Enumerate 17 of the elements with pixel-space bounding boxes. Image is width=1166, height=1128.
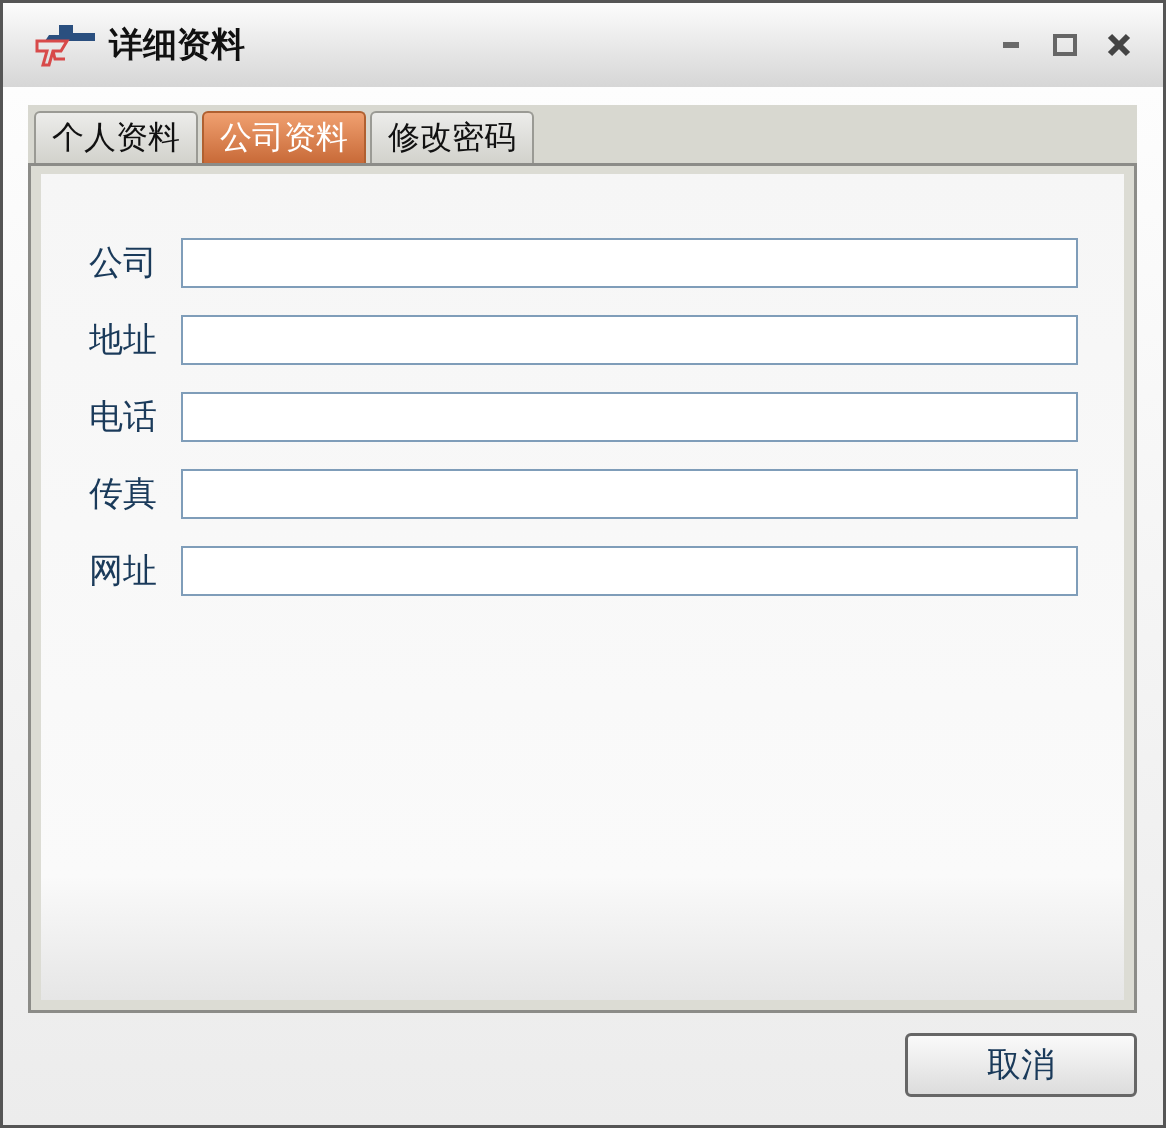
app-logo-icon [33,23,95,67]
field-label: 网址 [88,549,157,592]
maximize-icon[interactable] [1053,34,1077,56]
field-label: 传真 [88,472,157,515]
close-icon[interactable] [1107,33,1131,57]
input-field[interactable] [181,238,1078,288]
tab[interactable]: 修改密码 [370,111,534,163]
cancel-button[interactable]: 取消 [905,1033,1137,1097]
field-label: 地址 [88,318,157,361]
input-field[interactable] [181,469,1078,519]
window-title: 详细资料 [109,23,246,66]
field-label: 电话 [88,395,157,438]
input-field[interactable] [181,546,1078,596]
input-field[interactable] [181,392,1078,442]
tab[interactable]: 个人资料 [34,111,198,163]
field-label: 公司 [88,241,157,284]
input-field[interactable] [181,315,1078,365]
